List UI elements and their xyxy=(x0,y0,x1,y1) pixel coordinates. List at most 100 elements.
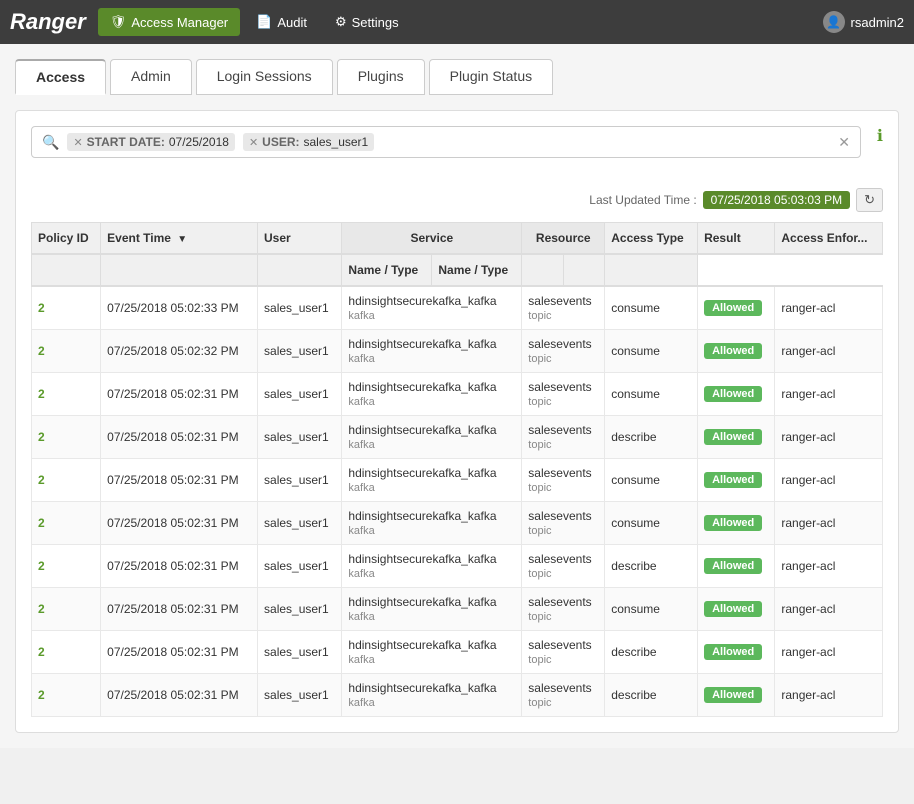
cell-event-time: 07/25/2018 05:02:31 PM xyxy=(101,588,258,631)
resource-type: topic xyxy=(528,654,551,666)
nav-audit-label: Audit xyxy=(277,15,307,30)
cell-service: hdinsightsecurekafka_kafka kafka xyxy=(342,459,522,502)
cell-service: hdinsightsecurekafka_kafka kafka xyxy=(342,373,522,416)
resource-type: topic xyxy=(528,396,551,408)
cell-event-time: 07/25/2018 05:02:32 PM xyxy=(101,330,258,373)
refresh-button[interactable]: ↻ xyxy=(856,188,883,212)
cell-access-type: describe xyxy=(605,416,698,459)
service-name: hdinsightsecurekafka_kafka xyxy=(348,337,496,351)
cell-policy-id: 2 xyxy=(32,502,101,545)
user-tag[interactable]: ✕ USER: sales_user1 xyxy=(243,133,374,151)
cell-service: hdinsightsecurekafka_kafka kafka xyxy=(342,631,522,674)
audit-panel: 🔍 ✕ START DATE: 07/25/2018 ✕ USER: sales… xyxy=(15,110,899,733)
result-badge: Allowed xyxy=(704,515,762,531)
service-name: hdinsightsecurekafka_kafka xyxy=(348,466,496,480)
cell-event-time: 07/25/2018 05:02:31 PM xyxy=(101,459,258,502)
table-row: 2 07/25/2018 05:02:32 PM sales_user1 hdi… xyxy=(32,330,883,373)
cell-access-type: describe xyxy=(605,631,698,674)
policy-id-link[interactable]: 2 xyxy=(38,559,45,573)
nav-settings[interactable]: ⚙ Settings xyxy=(323,8,411,36)
policy-id-link[interactable]: 2 xyxy=(38,602,45,616)
cell-resource: salesevents topic xyxy=(522,373,605,416)
resource-name: salesevents xyxy=(528,423,591,437)
nav-audit[interactable]: 📄 Audit xyxy=(244,8,319,36)
resource-name: salesevents xyxy=(528,595,591,609)
resource-type: topic xyxy=(528,310,551,322)
sort-icon: ▼ xyxy=(177,234,187,245)
nav-settings-label: Settings xyxy=(352,15,399,30)
cell-access-type: consume xyxy=(605,502,698,545)
search-bar: 🔍 ✕ START DATE: 07/25/2018 ✕ USER: sales… xyxy=(31,126,861,158)
resource-type: topic xyxy=(528,482,551,494)
result-badge: Allowed xyxy=(704,429,762,445)
th-event-time[interactable]: Event Time ▼ xyxy=(101,223,258,255)
cell-resource: salesevents topic xyxy=(522,330,605,373)
start-date-remove[interactable]: ✕ xyxy=(73,136,82,149)
policy-id-link[interactable]: 2 xyxy=(38,430,45,444)
nav-access-manager[interactable]: 🛡 Access Manager xyxy=(98,8,240,36)
policy-id-link[interactable]: 2 xyxy=(38,387,45,401)
table-row: 2 07/25/2018 05:02:31 PM sales_user1 hdi… xyxy=(32,416,883,459)
resource-type: topic xyxy=(528,568,551,580)
cell-access-enforcer: ranger-acl xyxy=(775,674,883,717)
cell-service: hdinsightsecurekafka_kafka kafka xyxy=(342,674,522,717)
cell-access-enforcer: ranger-acl xyxy=(775,416,883,459)
table-row: 2 07/25/2018 05:02:31 PM sales_user1 hdi… xyxy=(32,545,883,588)
policy-id-link[interactable]: 2 xyxy=(38,688,45,702)
tab-access[interactable]: Access xyxy=(15,59,106,95)
resource-name: salesevents xyxy=(528,337,591,351)
th-result: Result xyxy=(698,223,775,255)
user-menu[interactable]: 👤 rsadmin2 xyxy=(823,11,904,33)
cell-service: hdinsightsecurekafka_kafka kafka xyxy=(342,545,522,588)
tab-plugins[interactable]: Plugins xyxy=(337,59,425,95)
search-clear-button[interactable]: ✕ xyxy=(838,134,850,151)
th-resource-name: Name / Type xyxy=(432,254,522,286)
result-badge: Allowed xyxy=(704,472,762,488)
cell-policy-id: 2 xyxy=(32,588,101,631)
policy-id-link[interactable]: 2 xyxy=(38,301,45,315)
service-type: kafka xyxy=(348,611,374,623)
table-row: 2 07/25/2018 05:02:31 PM sales_user1 hdi… xyxy=(32,674,883,717)
cell-service: hdinsightsecurekafka_kafka kafka xyxy=(342,588,522,631)
user-remove[interactable]: ✕ xyxy=(249,136,258,149)
cell-service: hdinsightsecurekafka_kafka kafka xyxy=(342,330,522,373)
policy-id-link[interactable]: 2 xyxy=(38,516,45,530)
cell-resource: salesevents topic xyxy=(522,674,605,717)
cell-user: sales_user1 xyxy=(258,373,342,416)
cell-user: sales_user1 xyxy=(258,459,342,502)
info-icon[interactable]: ℹ xyxy=(877,126,883,146)
cell-result: Allowed xyxy=(698,545,775,588)
policy-id-link[interactable]: 2 xyxy=(38,344,45,358)
cell-resource: salesevents topic xyxy=(522,588,605,631)
cell-result: Allowed xyxy=(698,459,775,502)
app-logo: Ranger xyxy=(10,9,86,35)
tab-login-sessions[interactable]: Login Sessions xyxy=(196,59,333,95)
last-updated-time: 07/25/2018 05:03:03 PM xyxy=(703,191,850,209)
table-row: 2 07/25/2018 05:02:31 PM sales_user1 hdi… xyxy=(32,502,883,545)
cell-user: sales_user1 xyxy=(258,588,342,631)
cell-access-enforcer: ranger-acl xyxy=(775,286,883,330)
service-name: hdinsightsecurekafka_kafka xyxy=(348,509,496,523)
policy-id-link[interactable]: 2 xyxy=(38,645,45,659)
tab-admin[interactable]: Admin xyxy=(110,59,192,95)
cell-access-enforcer: ranger-acl xyxy=(775,373,883,416)
cell-policy-id: 2 xyxy=(32,330,101,373)
result-badge: Allowed xyxy=(704,300,762,316)
service-type: kafka xyxy=(348,525,374,537)
cell-access-enforcer: ranger-acl xyxy=(775,502,883,545)
tab-plugin-status[interactable]: Plugin Status xyxy=(429,59,554,95)
cell-event-time: 07/25/2018 05:02:31 PM xyxy=(101,631,258,674)
policy-id-link[interactable]: 2 xyxy=(38,473,45,487)
th-service-name: Name / Type xyxy=(342,254,432,286)
cell-policy-id: 2 xyxy=(32,459,101,502)
start-date-tag[interactable]: ✕ START DATE: 07/25/2018 xyxy=(67,133,235,151)
service-type: kafka xyxy=(348,310,374,322)
cell-policy-id: 2 xyxy=(32,416,101,459)
cell-user: sales_user1 xyxy=(258,502,342,545)
result-badge: Allowed xyxy=(704,558,762,574)
cell-access-type: consume xyxy=(605,459,698,502)
user-name: rsadmin2 xyxy=(851,15,904,30)
last-updated-label: Last Updated Time : xyxy=(589,193,696,207)
cell-result: Allowed xyxy=(698,588,775,631)
cell-event-time: 07/25/2018 05:02:31 PM xyxy=(101,545,258,588)
